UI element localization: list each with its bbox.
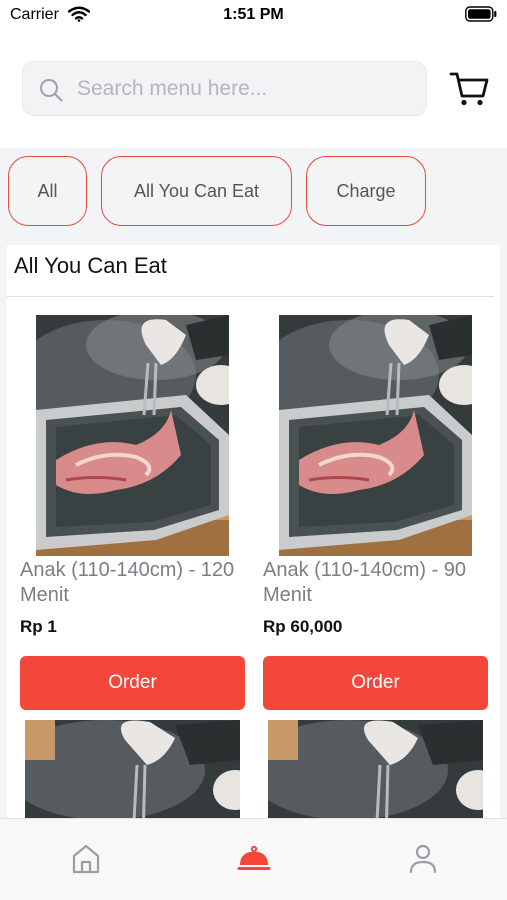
filter-chip-charge[interactable]: Charge	[306, 156, 426, 226]
product-name: Anak (110-140cm) - 120 Menit	[20, 559, 235, 606]
status-bar: Carrier 1:51 PM	[0, 0, 507, 30]
product-price: Rp 1	[20, 617, 57, 636]
product-name: Anak (110-140cm) - 90 Menit	[263, 559, 467, 606]
bottom-tab-bar	[0, 818, 507, 900]
status-time: 1:51 PM	[223, 6, 284, 23]
cloche-icon[interactable]	[236, 841, 272, 877]
user-icon[interactable]	[405, 841, 441, 877]
menu-section: All You Can Eat Anak (110-140cm) - 120 M…	[7, 245, 500, 818]
search-input[interactable]	[77, 72, 407, 106]
cart-icon[interactable]	[448, 68, 490, 108]
product-image[interactable]	[25, 720, 240, 818]
search-bar[interactable]	[22, 61, 427, 116]
product-image[interactable]	[279, 315, 472, 556]
filter-chip-all[interactable]: All	[8, 156, 87, 226]
battery-icon	[465, 6, 497, 22]
product-image[interactable]	[36, 315, 229, 556]
section-divider	[7, 296, 494, 297]
order-button[interactable]: Order	[263, 656, 488, 710]
order-button[interactable]: Order	[20, 656, 245, 710]
header	[0, 30, 507, 148]
product-price: Rp 60,000	[263, 617, 343, 636]
filter-chip-all-you-can-eat[interactable]: All You Can Eat	[101, 156, 292, 226]
search-icon	[40, 79, 63, 102]
product-image[interactable]	[268, 720, 483, 818]
section-title: All You Can Eat	[14, 253, 167, 278]
category-filter-bar: All All You Can Eat Charge	[0, 148, 507, 245]
home-icon[interactable]	[68, 841, 104, 877]
menu-content[interactable]: All You Can Eat Anak (110-140cm) - 120 M…	[0, 245, 507, 818]
